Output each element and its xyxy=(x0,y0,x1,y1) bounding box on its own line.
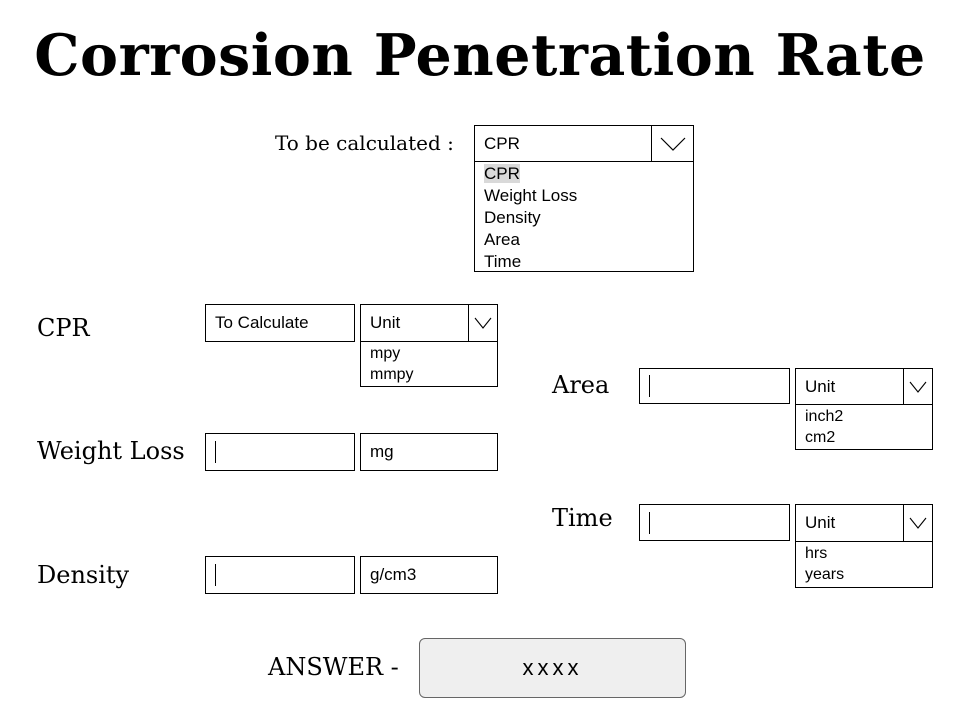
chevron-down-icon[interactable] xyxy=(903,505,932,541)
answer-label: ANSWER - xyxy=(268,653,399,681)
cpr-input[interactable]: To Calculate xyxy=(205,304,355,342)
text-cursor xyxy=(649,511,650,534)
time-input[interactable] xyxy=(639,504,790,541)
density-unit-value: g/cm3 xyxy=(370,565,417,584)
page-title: Corrosion Penetration Rate xyxy=(34,22,926,89)
density-input[interactable] xyxy=(205,556,355,594)
calculate-label: To be calculated : xyxy=(275,131,454,155)
cpr-label: CPR xyxy=(37,314,90,342)
calculate-option-weight-loss[interactable]: Weight Loss xyxy=(484,185,693,207)
weight-loss-input[interactable] xyxy=(205,433,355,471)
weight-loss-unit: mg xyxy=(360,433,498,471)
area-unit-option-cm2[interactable]: cm2 xyxy=(805,427,932,448)
cpr-unit-options: mpy mmpy xyxy=(360,341,498,387)
area-unit-options: inch2 cm2 xyxy=(795,404,933,450)
area-label: Area xyxy=(552,371,610,399)
calculate-option-time[interactable]: Time xyxy=(484,251,693,273)
chevron-down-icon[interactable] xyxy=(651,126,693,161)
time-unit-options: hrs years xyxy=(795,541,933,588)
weight-loss-label: Weight Loss xyxy=(37,437,185,465)
area-unit-value: Unit xyxy=(805,376,836,396)
area-unit-select[interactable]: Unit xyxy=(795,368,933,405)
time-label: Time xyxy=(552,504,613,532)
weight-loss-unit-value: mg xyxy=(370,442,394,461)
answer-value: xxxx xyxy=(522,655,583,680)
time-unit-value: Unit xyxy=(805,513,836,532)
density-unit: g/cm3 xyxy=(360,556,498,594)
calculate-options-list: CPR Weight Loss Density Area Time xyxy=(474,161,694,272)
area-unit-option-inch2[interactable]: inch2 xyxy=(805,406,932,427)
chevron-down-icon[interactable] xyxy=(468,305,497,341)
time-unit-option-years[interactable]: years xyxy=(805,564,932,585)
text-cursor xyxy=(215,441,216,463)
cpr-unit-value: Unit xyxy=(370,313,401,332)
cpr-unit-option-mmpy[interactable]: mmpy xyxy=(370,364,497,385)
time-unit-select[interactable]: Unit xyxy=(795,504,933,542)
time-unit-option-hrs[interactable]: hrs xyxy=(805,543,932,564)
density-label: Density xyxy=(37,561,130,589)
chevron-down-icon[interactable] xyxy=(903,369,932,404)
cpr-unit-option-mpy[interactable]: mpy xyxy=(370,343,497,364)
cpr-input-value: To Calculate xyxy=(215,313,309,332)
calculate-option-area[interactable]: Area xyxy=(484,229,693,251)
area-input[interactable] xyxy=(639,368,790,404)
calculate-option-density[interactable]: Density xyxy=(484,207,693,229)
calculate-select-value: CPR xyxy=(484,133,520,153)
cpr-unit-select[interactable]: Unit xyxy=(360,304,498,342)
calculate-select[interactable]: CPR xyxy=(474,125,694,162)
text-cursor xyxy=(649,375,650,397)
calculate-option-cpr[interactable]: CPR xyxy=(484,163,693,185)
text-cursor xyxy=(215,564,216,586)
answer-output: xxxx xyxy=(419,638,686,698)
